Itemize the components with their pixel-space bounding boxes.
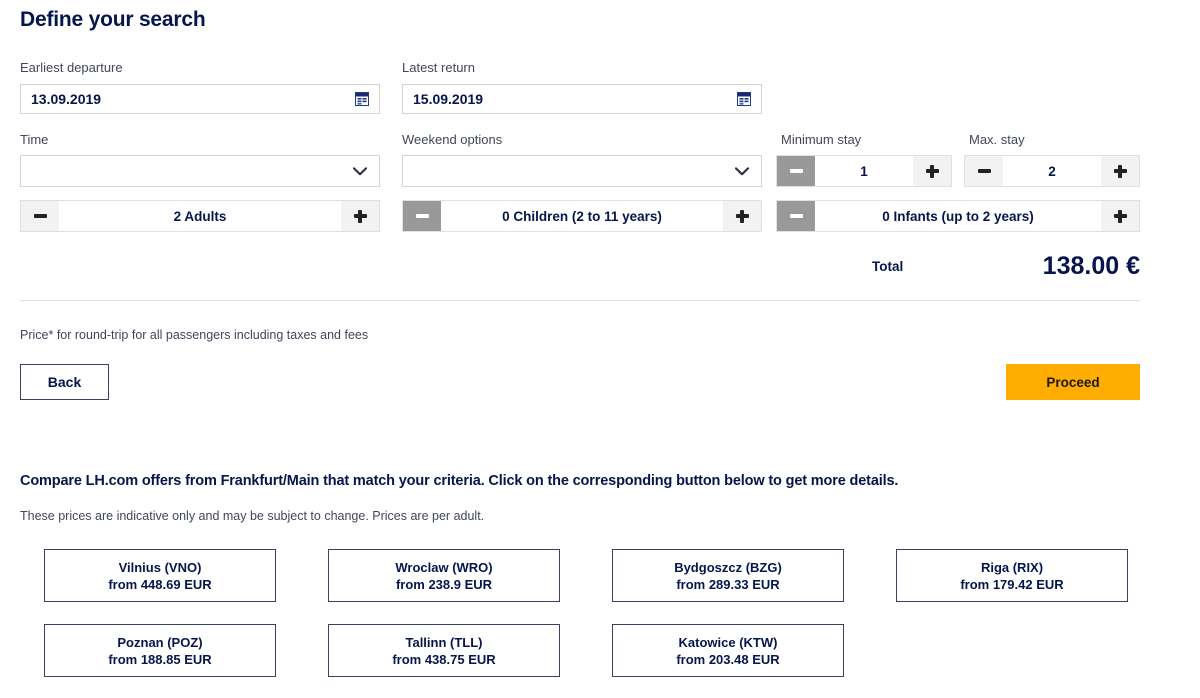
divider xyxy=(20,300,1140,301)
adults-decrement-button[interactable] xyxy=(21,201,59,231)
minimum-stay-label: Minimum stay xyxy=(781,132,862,147)
adults-increment-button[interactable] xyxy=(341,201,379,231)
minus-icon xyxy=(977,169,991,173)
calendar-icon[interactable] xyxy=(737,92,751,106)
destination-name: Wroclaw (WRO) xyxy=(395,559,493,575)
destination-name: Bydgoszcz (BZG) xyxy=(674,559,782,575)
destination-card[interactable]: Bydgoszcz (BZG) from 289.33 EUR xyxy=(612,549,844,602)
destination-name: Riga (RIX) xyxy=(980,559,1044,575)
children-value: 0 Children (2 to 11 years) xyxy=(441,201,723,231)
plus-icon xyxy=(353,209,367,223)
children-stepper[interactable]: 0 Children (2 to 11 years) xyxy=(402,200,762,232)
page-title: Define your search xyxy=(20,8,206,31)
compare-subheading: These prices are indicative only and may… xyxy=(20,509,485,523)
chevron-down-icon xyxy=(735,166,749,176)
adults-stepper[interactable]: 2 Adults xyxy=(20,200,380,232)
price-note: Price* for round-trip for all passengers… xyxy=(20,328,369,342)
earliest-departure-label: Earliest departure xyxy=(20,60,123,75)
time-select[interactable] xyxy=(20,155,380,187)
destination-price: from 448.69 EUR xyxy=(108,576,212,592)
destination-grid: Vilnius (VNO) from 448.69 EUR Wroclaw (W… xyxy=(44,549,1164,677)
back-button[interactable]: Back xyxy=(20,364,109,400)
max-stay-increment-button[interactable] xyxy=(1101,156,1139,186)
minus-icon xyxy=(789,169,803,173)
total-value: 138.00 € xyxy=(1042,252,1140,280)
destination-card[interactable]: Poznan (POZ) from 188.85 EUR xyxy=(44,624,276,677)
latest-return-value: 15.09.2019 xyxy=(413,91,484,107)
infants-value: 0 Infants (up to 2 years) xyxy=(815,201,1101,231)
destination-card[interactable]: Riga (RIX) from 179.42 EUR xyxy=(896,549,1128,602)
max-stay-value: 2 xyxy=(1003,156,1101,186)
plus-icon xyxy=(1113,209,1127,223)
minus-icon xyxy=(415,214,429,218)
destination-price: from 188.85 EUR xyxy=(108,651,212,667)
search-definition-page: Define your search Earliest departure 13… xyxy=(0,0,1200,698)
infants-stepper[interactable]: 0 Infants (up to 2 years) xyxy=(776,200,1140,232)
destination-card[interactable]: Katowice (KTW) from 203.48 EUR xyxy=(612,624,844,677)
destination-name: Katowice (KTW) xyxy=(678,634,778,650)
weekend-options-select[interactable] xyxy=(402,155,762,187)
minus-icon xyxy=(789,214,803,218)
latest-return-field[interactable]: 15.09.2019 xyxy=(402,84,762,114)
children-decrement-button[interactable] xyxy=(403,201,441,231)
children-increment-button[interactable] xyxy=(723,201,761,231)
minimum-stay-increment-button[interactable] xyxy=(913,156,951,186)
destination-price: from 438.75 EUR xyxy=(392,651,496,667)
infants-increment-button[interactable] xyxy=(1101,201,1139,231)
plus-icon xyxy=(925,164,939,178)
max-stay-decrement-button[interactable] xyxy=(965,156,1003,186)
weekend-options-label: Weekend options xyxy=(402,132,503,147)
plus-icon xyxy=(735,209,749,223)
latest-return-label: Latest return xyxy=(402,60,475,75)
infants-decrement-button[interactable] xyxy=(777,201,815,231)
destination-name: Poznan (POZ) xyxy=(117,634,203,650)
minus-icon xyxy=(33,214,47,218)
minimum-stay-value: 1 xyxy=(815,156,913,186)
max-stay-label: Max. stay xyxy=(969,132,1025,147)
destination-card[interactable]: Vilnius (VNO) from 448.69 EUR xyxy=(44,549,276,602)
destination-price: from 203.48 EUR xyxy=(676,651,780,667)
destination-price: from 179.42 EUR xyxy=(960,576,1064,592)
compare-heading: Compare LH.com offers from Frankfurt/Mai… xyxy=(20,473,899,489)
destination-name: Tallinn (TLL) xyxy=(405,634,483,650)
destination-price: from 289.33 EUR xyxy=(676,576,780,592)
time-label: Time xyxy=(20,132,49,147)
calendar-icon[interactable] xyxy=(355,92,369,106)
earliest-departure-value: 13.09.2019 xyxy=(31,91,102,107)
total-label: Total xyxy=(872,259,904,274)
max-stay-stepper[interactable]: 2 xyxy=(964,155,1140,187)
adults-value: 2 Adults xyxy=(59,201,341,231)
minimum-stay-decrement-button[interactable] xyxy=(777,156,815,186)
minimum-stay-stepper[interactable]: 1 xyxy=(776,155,952,187)
earliest-departure-field[interactable]: 13.09.2019 xyxy=(20,84,380,114)
destination-price: from 238.9 EUR xyxy=(395,576,493,592)
destination-card[interactable]: Tallinn (TLL) from 438.75 EUR xyxy=(328,624,560,677)
proceed-button[interactable]: Proceed xyxy=(1006,364,1140,400)
destination-name: Vilnius (VNO) xyxy=(118,559,202,575)
chevron-down-icon xyxy=(353,166,367,176)
destination-card[interactable]: Wroclaw (WRO) from 238.9 EUR xyxy=(328,549,560,602)
plus-icon xyxy=(1113,164,1127,178)
